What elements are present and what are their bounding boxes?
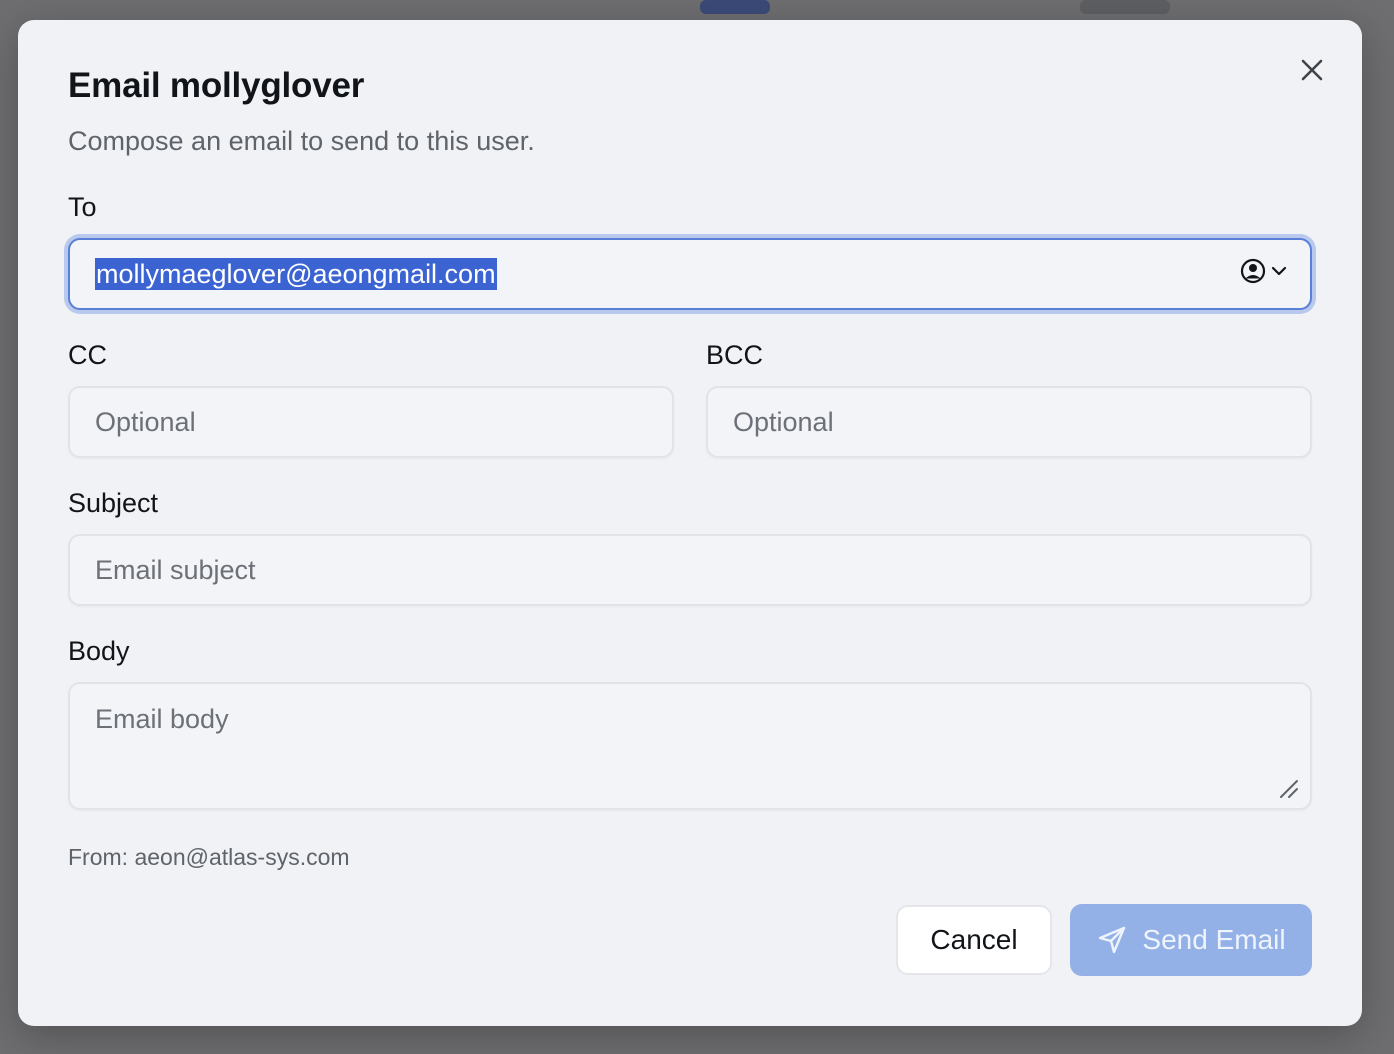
cc-input[interactable] bbox=[95, 388, 672, 456]
to-label: To bbox=[68, 192, 97, 222]
bcc-label: BCC bbox=[706, 340, 764, 370]
send-icon bbox=[1099, 926, 1126, 954]
cancel-button-label: Cancel bbox=[930, 924, 1018, 955]
close-button[interactable] bbox=[1296, 54, 1328, 86]
send-email-button[interactable]: Send Email bbox=[1070, 904, 1312, 976]
to-input[interactable]: mollymaeglover@aeongmail.com bbox=[68, 238, 1312, 310]
bcc-input[interactable] bbox=[733, 388, 1310, 456]
cc-label: CC bbox=[68, 340, 107, 370]
chevron-down-icon bbox=[1271, 266, 1287, 276]
to-input-value[interactable]: mollymaeglover@aeongmail.com bbox=[95, 258, 497, 290]
dialog-subtitle: Compose an email to send to this user. bbox=[68, 126, 535, 156]
subject-label: Subject bbox=[68, 488, 159, 518]
cc-field[interactable] bbox=[68, 386, 674, 458]
body-field[interactable] bbox=[68, 682, 1312, 810]
contact-picker-button[interactable] bbox=[1240, 258, 1288, 284]
dialog-title: Email mollyglover bbox=[68, 66, 365, 105]
email-dialog: Email mollyglover Compose an email to se… bbox=[18, 20, 1362, 1026]
user-circle-icon bbox=[1240, 258, 1266, 284]
body-textarea[interactable] bbox=[95, 704, 1310, 808]
resize-handle-icon[interactable] bbox=[1278, 778, 1300, 800]
body-label: Body bbox=[68, 636, 130, 666]
cancel-button[interactable]: Cancel bbox=[896, 905, 1052, 975]
bcc-field[interactable] bbox=[706, 386, 1312, 458]
backdrop-shape bbox=[1080, 0, 1170, 14]
subject-input[interactable] bbox=[95, 536, 1310, 604]
from-address: From: aeon@atlas-sys.com bbox=[68, 844, 350, 870]
send-email-button-label: Send Email bbox=[1142, 924, 1286, 955]
subject-field[interactable] bbox=[68, 534, 1312, 606]
close-icon bbox=[1301, 59, 1323, 81]
backdrop-shape bbox=[700, 0, 770, 14]
